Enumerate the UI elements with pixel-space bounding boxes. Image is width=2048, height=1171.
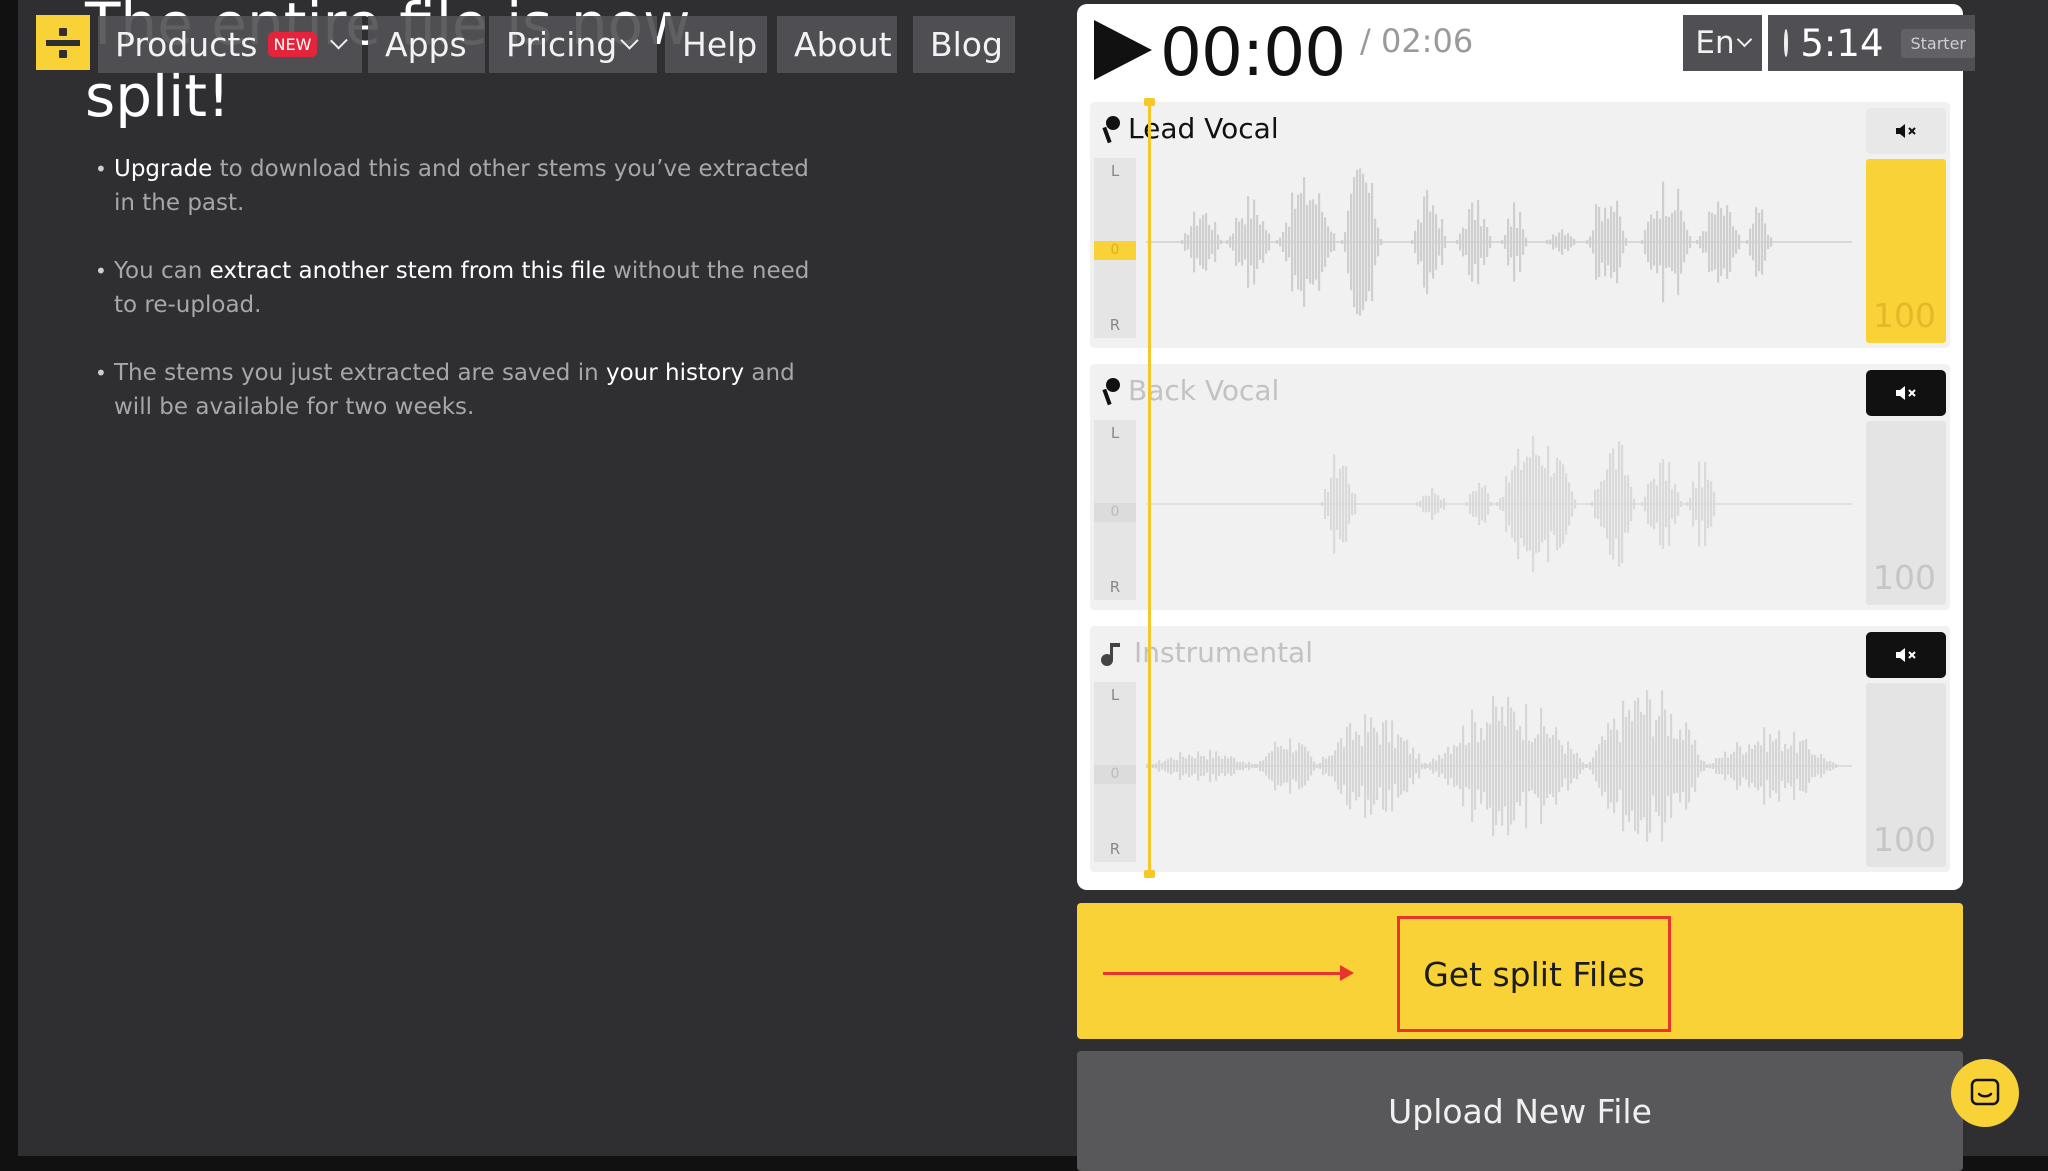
chat-support-button[interactable] — [1951, 1059, 2019, 1127]
mute-button[interactable] — [1866, 632, 1946, 678]
mute-button[interactable] — [1866, 370, 1946, 416]
waveform — [1146, 168, 1852, 316]
speaker-mute-icon — [1896, 124, 1916, 138]
upload-new-file-button[interactable]: Upload New File — [1077, 1051, 1963, 1171]
volume-slider[interactable]: 100 — [1866, 421, 1946, 605]
new-badge: NEW — [267, 32, 318, 57]
nav-help[interactable]: Help — [665, 16, 767, 73]
pan-slider[interactable]: L 0 R — [1094, 420, 1136, 600]
info-item-extract: You can extract another stem from this f… — [95, 254, 825, 322]
annotation-arrow — [1103, 972, 1343, 975]
waveform — [1146, 435, 1852, 573]
nav-products[interactable]: Products NEW — [98, 16, 362, 73]
processing-time-box[interactable]: 5:14 Starter — [1768, 15, 1975, 71]
speaker-mute-icon — [1896, 648, 1916, 662]
track-instrumental: Instrumental L 0 R 100 — [1090, 626, 1950, 872]
nav-apps[interactable]: Apps — [368, 16, 485, 73]
volume-slider[interactable]: 100 — [1866, 683, 1946, 867]
play-icon[interactable] — [1094, 20, 1152, 80]
clock-icon — [1784, 29, 1789, 57]
microphone-icon — [1102, 116, 1120, 144]
current-time: 00:00 — [1160, 14, 1346, 91]
remaining-time: 5:14 — [1800, 21, 1884, 65]
microphone-icon — [1102, 378, 1120, 406]
music-note-icon — [1101, 643, 1120, 666]
pan-slider[interactable]: L 0 R — [1094, 682, 1136, 862]
language-selector[interactable]: En — [1683, 15, 1762, 71]
nav-blog[interactable]: Blog — [913, 16, 1015, 73]
extract-another-link[interactable]: extract another stem from this file — [210, 258, 606, 284]
chevron-down-icon — [620, 31, 639, 50]
info-list: Upgrade to download this and other stems… — [95, 152, 825, 458]
upgrade-link[interactable]: Upgrade — [114, 156, 212, 182]
nav-pricing[interactable]: Pricing — [489, 16, 657, 73]
get-split-files-label[interactable]: Get split Files — [1397, 916, 1671, 1032]
annotation-arrow-head — [1340, 965, 1354, 981]
history-link[interactable]: your history — [606, 360, 744, 386]
playhead-handle-top[interactable] — [1144, 98, 1155, 106]
nav-about[interactable]: About — [777, 16, 897, 73]
total-duration: / 02:06 — [1360, 22, 1474, 60]
logo-divide-icon[interactable] — [36, 15, 90, 70]
speaker-mute-icon — [1896, 386, 1916, 400]
chat-icon — [1970, 1078, 2000, 1106]
info-item-upgrade: Upgrade to download this and other stems… — [95, 152, 825, 220]
pan-slider[interactable]: L 0 R — [1094, 158, 1136, 338]
chevron-down-icon — [1736, 31, 1752, 47]
chevron-down-icon — [330, 31, 348, 50]
plan-badge: Starter — [1901, 28, 1975, 58]
volume-slider[interactable]: 100 — [1866, 159, 1946, 343]
playhead-handle-bottom[interactable] — [1144, 870, 1155, 878]
waveform — [1146, 690, 1852, 842]
info-item-history: The stems you just extracted are saved i… — [95, 356, 825, 424]
mute-button[interactable] — [1866, 108, 1946, 154]
track-name: Instrumental — [1134, 636, 1313, 669]
playhead[interactable] — [1148, 102, 1151, 876]
track-back-vocal: Back Vocal L 0 R 100 — [1090, 364, 1950, 610]
track-lead-vocal: Lead Vocal L 0 R 100 — [1090, 102, 1950, 348]
